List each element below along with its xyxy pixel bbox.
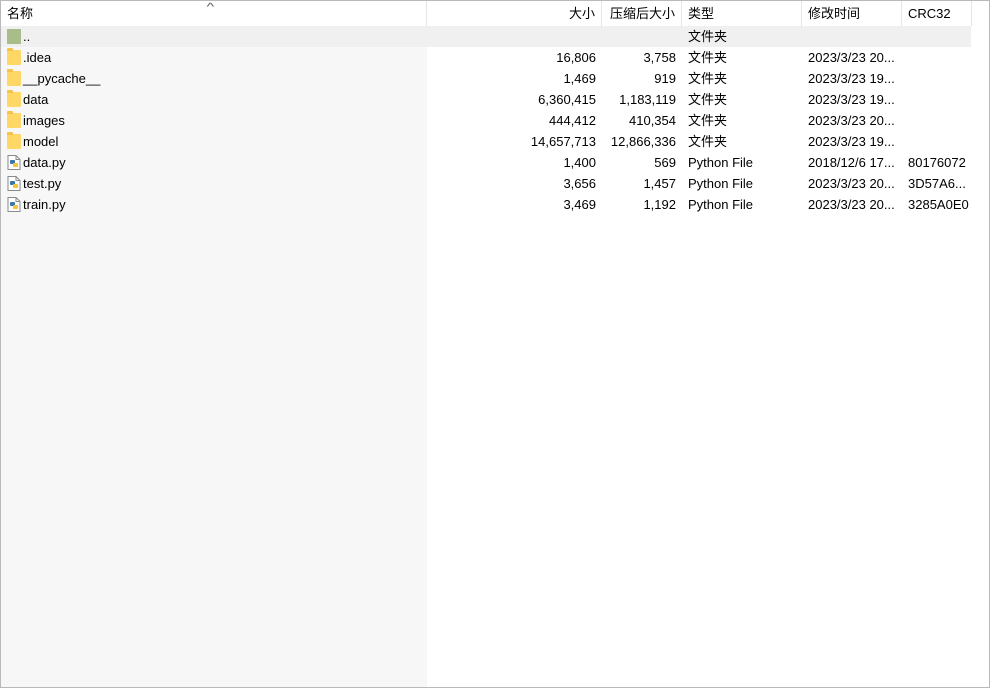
file-size: 3,656 (563, 176, 596, 191)
file-list: .. 文件夹 .idea 16,806 3,758 文件夹 2023/3/23 … (1, 26, 989, 215)
file-type: Python File (688, 155, 754, 170)
file-crc32 (902, 89, 972, 110)
file-crc32: 80176072 (908, 155, 966, 170)
header-name-label: 名称 (7, 6, 34, 21)
file-modified: 2023/3/23 20... (808, 197, 895, 212)
table-row[interactable]: data 6,360,415 1,183,119 文件夹 2023/3/23 1… (1, 89, 989, 110)
file-crc32 (902, 131, 972, 152)
file-type: 文件夹 (688, 92, 728, 107)
file-crc32 (902, 68, 972, 89)
file-name: data (23, 92, 49, 107)
header-name[interactable]: 名称 ^ (1, 1, 427, 26)
file-modified: 2018/12/6 17... (808, 155, 895, 170)
table-row[interactable]: images 444,412 410,354 文件夹 2023/3/23 20.… (1, 110, 989, 131)
header-type-label: 类型 (688, 6, 715, 21)
file-type: 文件夹 (688, 134, 728, 149)
header-modified[interactable]: 修改时间 (802, 1, 902, 26)
file-packed-size: 410,354 (629, 113, 676, 128)
header-crc32-label: CRC32 (908, 6, 951, 21)
file-size: 14,657,713 (530, 134, 596, 149)
file-type: Python File (688, 197, 754, 212)
table-row[interactable]: .idea 16,806 3,758 文件夹 2023/3/23 20... (1, 47, 989, 68)
table-row[interactable]: __pycache__ 1,469 919 文件夹 2023/3/23 19..… (1, 68, 989, 89)
header-packed-size-label: 压缩后大小 (609, 6, 675, 21)
file-size: 444,412 (549, 113, 596, 128)
file-modified: 2023/3/23 19... (808, 134, 895, 149)
table-row[interactable]: test.py 3,656 1,457 Python File 2023/3/2… (1, 173, 989, 194)
file-type: 文件夹 (688, 113, 728, 128)
file-name: __pycache__ (23, 71, 101, 86)
file-name: test.py (23, 176, 62, 191)
file-packed-size: 1,457 (643, 176, 676, 191)
column-header: 名称 ^ 大小 压缩后大小 类型 修改时间 CRC32 (1, 1, 989, 26)
table-row[interactable]: model 14,657,713 12,866,336 文件夹 2023/3/2… (1, 131, 989, 152)
file-name: data.py (23, 155, 66, 170)
file-packed-size: 3,758 (643, 50, 676, 65)
file-type: 文件夹 (688, 50, 728, 65)
file-modified: 2023/3/23 20... (808, 113, 895, 128)
header-modified-label: 修改时间 (808, 6, 861, 21)
file-packed-size: 12,866,336 (610, 134, 676, 149)
header-type[interactable]: 类型 (682, 1, 802, 26)
file-modified (802, 26, 902, 47)
file-name: .. (23, 29, 31, 44)
table-row-parent[interactable]: .. 文件夹 (1, 26, 971, 47)
sort-ascending-icon: ^ (206, 2, 215, 13)
file-size: 1,400 (563, 155, 596, 170)
file-type: 文件夹 (688, 29, 728, 44)
file-crc32: 3285A0E0 (908, 197, 969, 212)
header-size[interactable]: 大小 (427, 1, 602, 26)
file-size (427, 26, 602, 47)
file-name: .idea (23, 50, 52, 65)
file-modified: 2023/3/23 20... (808, 176, 895, 191)
file-packed-size: 919 (654, 71, 676, 86)
file-modified: 2023/3/23 19... (808, 71, 895, 86)
file-crc32: 3D57A6... (908, 176, 966, 191)
file-size: 1,469 (563, 71, 596, 86)
file-modified: 2023/3/23 19... (808, 92, 895, 107)
file-name: train.py (23, 197, 66, 212)
file-type: 文件夹 (688, 71, 728, 86)
file-name: model (23, 134, 59, 149)
header-crc32[interactable]: CRC32 (902, 1, 972, 26)
file-crc32 (902, 26, 972, 47)
file-packed-size: 569 (654, 155, 676, 170)
file-name: images (23, 113, 65, 128)
header-packed-size[interactable]: 压缩后大小 (602, 1, 682, 26)
file-size: 16,806 (556, 50, 596, 65)
file-size: 6,360,415 (538, 92, 596, 107)
file-crc32 (902, 47, 972, 68)
table-row[interactable]: train.py 3,469 1,192 Python File 2023/3/… (1, 194, 989, 215)
table-row[interactable]: data.py 1,400 569 Python File 2018/12/6 … (1, 152, 989, 173)
file-type: Python File (688, 176, 754, 191)
header-size-label: 大小 (568, 6, 595, 21)
file-packed-size: 1,192 (643, 197, 676, 212)
file-packed-size (602, 26, 682, 47)
file-modified: 2023/3/23 20... (808, 50, 895, 65)
file-size: 3,469 (563, 197, 596, 212)
file-crc32 (902, 110, 972, 131)
file-packed-size: 1,183,119 (619, 92, 676, 107)
